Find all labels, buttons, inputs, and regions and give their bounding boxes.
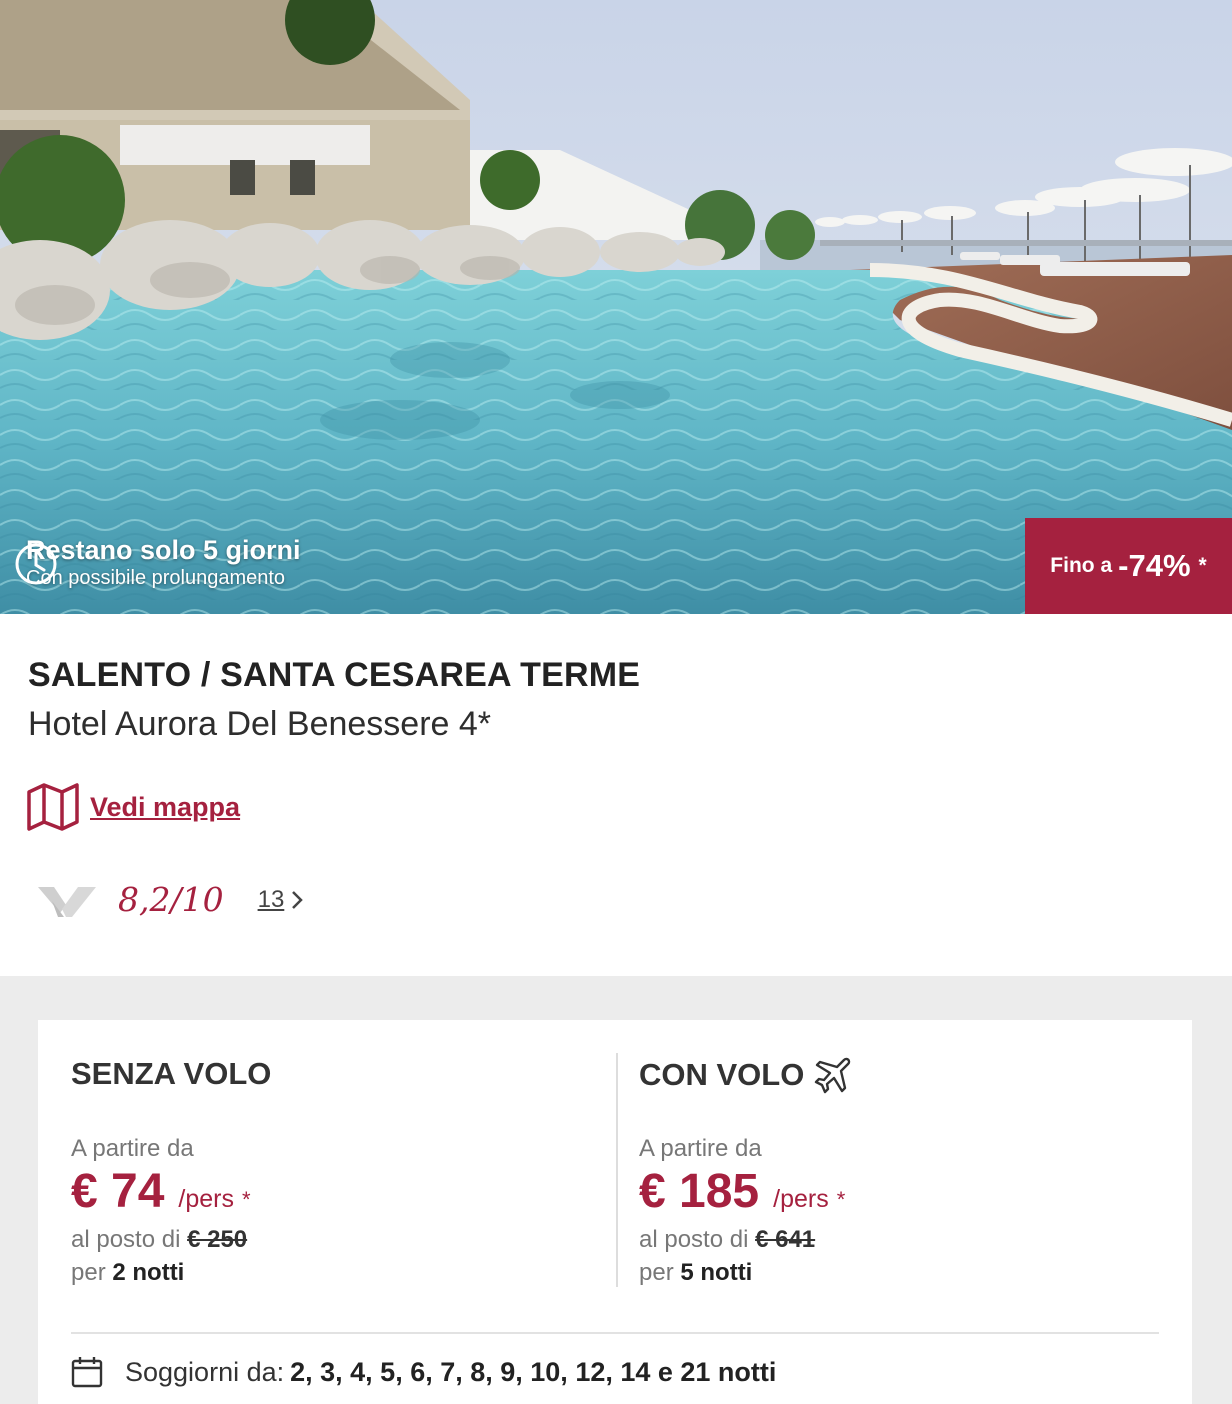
countdown-banner: Restano solo 5 giorni Con possibile prol… [14, 534, 301, 590]
card-separator [71, 1332, 1159, 1334]
with-flight-title: CON VOLO [639, 1056, 852, 1094]
clock-icon [15, 543, 57, 585]
countdown-title: Restano solo 5 giorni [26, 535, 301, 565]
old-price-line: al posto di € 250 [71, 1226, 247, 1254]
discount-asterisk: * [1198, 554, 1207, 577]
per-person-label: /pers [178, 1185, 235, 1213]
review-logo-icon [38, 886, 96, 917]
review-count-link[interactable]: 13 [258, 886, 285, 914]
column-divider [616, 1053, 618, 1287]
nights-count: 2 notti [112, 1259, 185, 1286]
price-amount: € 185 [639, 1165, 760, 1218]
instead-label: al posto di [71, 1226, 181, 1253]
discount-badge: Fino a -74% * [1025, 518, 1232, 614]
rating-score: 8,2/10 [118, 880, 224, 919]
chevron-right-icon[interactable] [290, 889, 304, 911]
price-with-flight: € 185 /pers * [639, 1164, 845, 1219]
stay-durations: Soggiorni da: 2, 3, 4, 5, 6, 7, 8, 9, 10… [71, 1356, 776, 1388]
from-label: A partire da [71, 1135, 194, 1162]
hero-image[interactable]: Restano solo 5 giorni Con possibile prol… [0, 0, 1232, 614]
price-without-flight: € 74 /pers * [71, 1164, 251, 1219]
countdown-subtitle: Con possibile prolungamento [26, 567, 286, 589]
old-price: € 250 [187, 1226, 248, 1253]
hotel-name: Hotel Aurora Del Benessere 4* [28, 705, 492, 743]
per-prefix: per [71, 1259, 106, 1286]
view-map-link[interactable]: Vedi mappa [26, 782, 240, 832]
stays-values: 2, 3, 4, 5, 6, 7, 8, 9, 10, 12, 14 e 21 … [290, 1356, 777, 1387]
old-price-line: al posto di € 641 [639, 1226, 815, 1254]
discount-prefix: Fino a [1050, 554, 1113, 577]
instead-label: al posto di [639, 1226, 749, 1253]
airplane-icon [815, 1057, 851, 1094]
calendar-icon [71, 1357, 103, 1388]
price-asterisk: * [836, 1187, 846, 1212]
price-card: SENZA VOLO A partire da € 74 /pers * al … [38, 1020, 1192, 1404]
price-amount: € 74 [71, 1165, 165, 1218]
region-title: SALENTO / SANTA CESAREA TERME [28, 656, 641, 694]
from-label: A partire da [639, 1135, 762, 1162]
per-prefix: per [639, 1259, 674, 1286]
nights-count: 5 notti [680, 1259, 753, 1286]
price-asterisk: * [242, 1187, 251, 1212]
old-price: € 641 [755, 1226, 816, 1253]
per-person-label: /pers [773, 1185, 829, 1213]
nights-line: per 2 notti [71, 1259, 184, 1287]
discount-value: -74% [1118, 548, 1191, 583]
offer-info: SALENTO / SANTA CESAREA TERME Hotel Auro… [28, 656, 640, 744]
view-map-label[interactable]: Vedi mappa [90, 792, 240, 823]
without-flight-title: SENZA VOLO [71, 1056, 272, 1091]
rating-row: 8,2/10 13 [38, 880, 304, 919]
nights-line: per 5 notti [639, 1259, 752, 1287]
stays-label: Soggiorni da: [125, 1356, 285, 1387]
map-icon [27, 783, 79, 831]
